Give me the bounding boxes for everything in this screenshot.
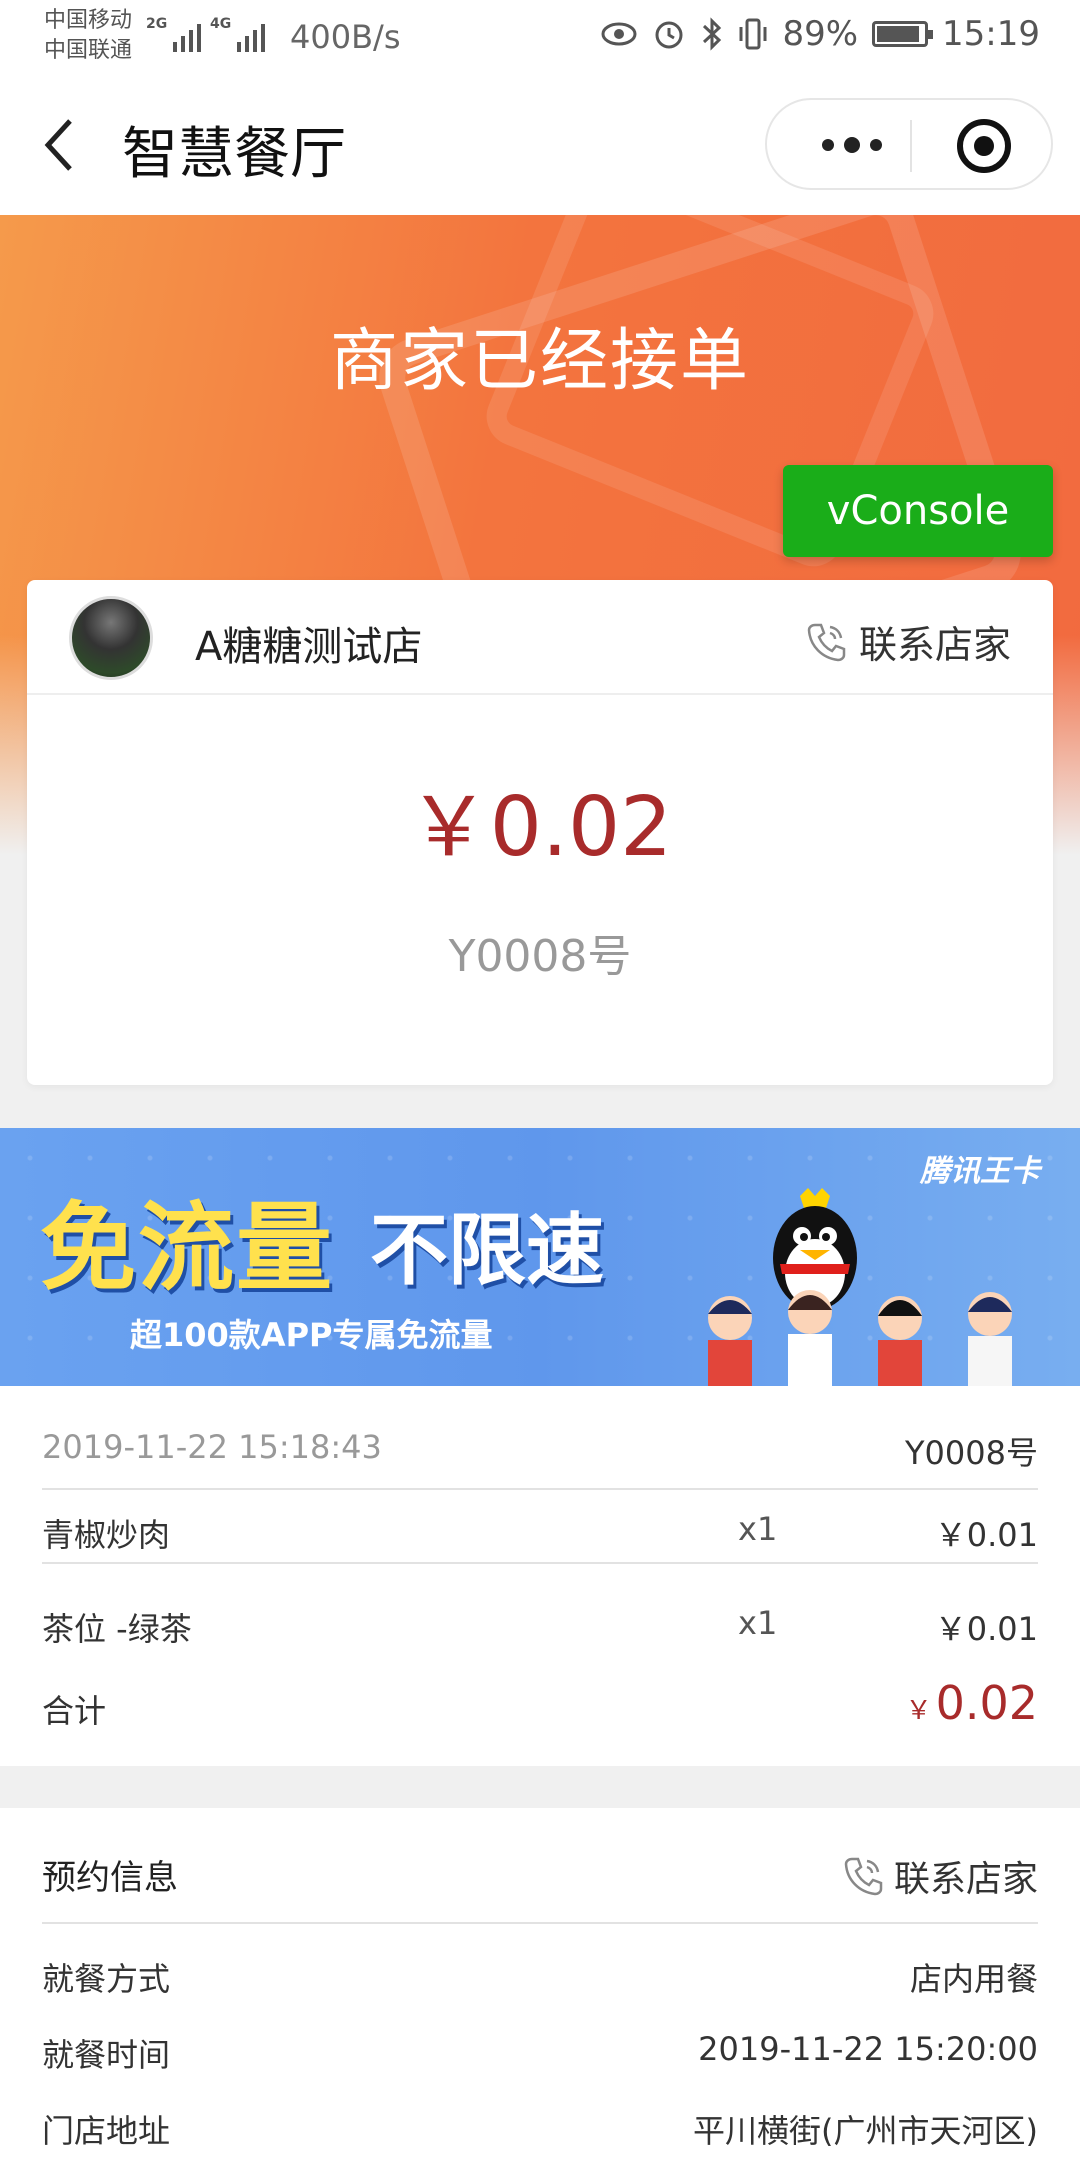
reservation-row: 门店地址 平川横街(广州市天河区) <box>42 2106 1038 2152</box>
bluetooth-icon <box>703 17 722 51</box>
total-label: 合计 <box>42 1692 107 1730</box>
more-icon <box>822 139 834 151</box>
status-bar: 中国移动 中国联通 2G 4G 400B/s 89% 15:19 <box>0 0 1080 75</box>
vconsole-button[interactable]: vConsole <box>783 465 1053 557</box>
close-miniprogram-icon[interactable] <box>957 119 1011 173</box>
page-title: 智慧餐厅 <box>122 122 346 187</box>
contact-shop-label: 联系店家 <box>858 623 1011 667</box>
order-status-title: 商家已经接单 <box>329 322 750 401</box>
signal-icon-2: 4G <box>210 16 266 52</box>
chevron-left-icon <box>44 119 72 171</box>
promo-banner[interactable]: 免流量 不限速 超100款APP专属免流量 腾讯王卡 <box>0 1128 1080 1386</box>
status-icons: 89% 15:19 <box>600 14 1040 54</box>
order-card: A糖糖测试店 联系店家 ￥0.02 Y0008号 <box>27 580 1053 1085</box>
total-row: 合计 ￥0.02 <box>42 1676 1038 1732</box>
reservation-row: 就餐方式 店内用餐 <box>42 1954 1038 2000</box>
phone-icon <box>807 623 846 661</box>
miniprogram-capsule <box>765 98 1053 190</box>
total-amount: ￥0.02 <box>906 1676 1038 1730</box>
reservation-contact-button[interactable]: 联系店家 <box>842 1850 1038 1902</box>
order-number-small: Y0008号 <box>905 1434 1038 1472</box>
item-price: ￥0.01 <box>934 1610 1038 1648</box>
dining-mode-value: 店内用餐 <box>909 1960 1038 1998</box>
total-value: 0.02 <box>935 1676 1038 1730</box>
vibrate-icon <box>739 18 767 50</box>
banner-brand: 腾讯王卡 <box>920 1154 1040 1189</box>
banner-subline: 超100款APP专属免流量 <box>130 1316 493 1354</box>
divider <box>42 1922 1038 1924</box>
store-address-label: 门店地址 <box>42 2112 171 2150</box>
carrier-2: 中国联通 <box>44 38 133 63</box>
shop-header: A糖糖测试店 联系店家 <box>27 580 1053 695</box>
reservation-contact-label: 联系店家 <box>893 1859 1038 1900</box>
order-detail: 2019-11-22 15:18:43 Y0008号 青椒炒肉 x1 ￥0.01… <box>0 1386 1080 1766</box>
divider <box>42 1488 1038 1490</box>
capsule-divider <box>910 120 912 172</box>
alarm-icon <box>655 21 683 49</box>
signal-icon: 2G <box>146 16 202 52</box>
eye-icon <box>601 22 637 46</box>
carrier-1: 中国移动 <box>44 8 133 33</box>
dining-time-label: 就餐时间 <box>42 2036 171 2074</box>
order-amount: ￥0.02 <box>407 780 673 875</box>
shop-name: A糖糖测试店 <box>195 624 423 670</box>
contact-shop-button[interactable]: 联系店家 <box>805 614 1011 669</box>
order-meta-row: 2019-11-22 15:18:43 Y0008号 <box>42 1428 1038 1472</box>
battery-percent: 89% <box>782 14 859 54</box>
item-qty: x1 <box>738 1510 778 1548</box>
back-button[interactable] <box>40 115 90 175</box>
phone-icon <box>844 1857 883 1896</box>
carrier-info: 中国移动 中国联通 <box>44 6 132 66</box>
banner-headline-a: 免流量 <box>40 1192 334 1304</box>
more-button[interactable] <box>812 130 892 160</box>
network-type-1: 2G <box>146 16 168 32</box>
battery-icon <box>872 21 934 47</box>
clock: 15:19 <box>942 14 1040 54</box>
reservation-info: 预约信息 联系店家 就餐方式 店内用餐 就餐时间 2019-11-22 15:2… <box>0 1808 1080 2160</box>
item-price: ￥0.01 <box>934 1516 1038 1554</box>
nav-bar: 智慧餐厅 <box>0 75 1080 215</box>
dining-mode-label: 就餐方式 <box>42 1960 171 1998</box>
divider <box>42 1562 1038 1564</box>
item-qty: x1 <box>738 1604 778 1642</box>
total-currency: ￥ <box>905 1696 932 1726</box>
network-type-2: 4G <box>210 16 232 32</box>
banner-headline-b: 不限速 <box>370 1206 605 1296</box>
list-item: 茶位 -绿茶 x1 ￥0.01 <box>42 1604 1038 1650</box>
reservation-row: 就餐时间 2019-11-22 15:20:00 <box>42 2030 1038 2076</box>
people-illustration-icon <box>708 1290 1012 1386</box>
network-speed: 400B/s <box>290 18 401 56</box>
order-time: 2019-11-22 15:18:43 <box>42 1428 382 1466</box>
dining-time-value: 2019-11-22 15:20:00 <box>698 2030 1038 2068</box>
reservation-title: 预约信息 <box>42 1858 178 1898</box>
store-address-value: 平川横街(广州市天河区) <box>693 2112 1038 2150</box>
item-name: 青椒炒肉 <box>42 1516 171 1554</box>
order-number: Y0008号 <box>448 931 632 982</box>
item-name: 茶位 -绿茶 <box>42 1610 192 1648</box>
list-item: 青椒炒肉 x1 ￥0.01 <box>42 1510 1038 1556</box>
shop-avatar <box>69 596 153 680</box>
